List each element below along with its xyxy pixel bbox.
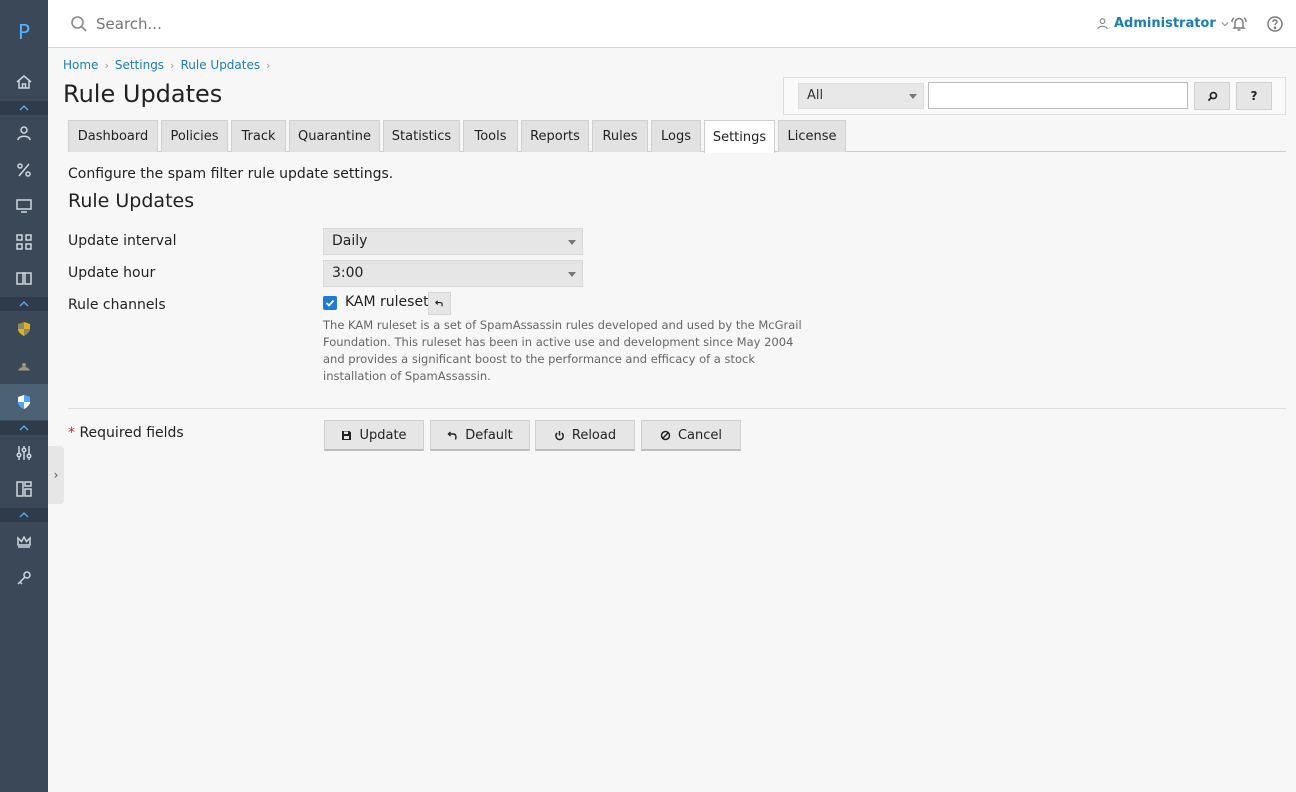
caret-down-icon — [909, 94, 917, 99]
tab-license[interactable]: License — [778, 120, 846, 152]
book-icon[interactable] — [0, 260, 48, 296]
default-button[interactable]: Default — [430, 420, 530, 451]
rule-channels-label: Rule channels — [68, 297, 166, 313]
cancel-button-label: Cancel — [677, 427, 723, 443]
update-interval-value: Daily — [332, 233, 368, 249]
breadcrumb-home[interactable]: Home — [63, 58, 98, 72]
breadcrumb-settings[interactable]: Settings — [115, 58, 164, 72]
caret-down-icon — [568, 272, 576, 277]
user-icon — [1097, 18, 1108, 30]
tab-reports[interactable]: Reports — [521, 120, 589, 152]
search-input[interactable] — [96, 15, 396, 33]
tab-tools[interactable]: Tools — [463, 120, 518, 152]
caret-down-icon — [568, 240, 576, 245]
undo-icon — [447, 431, 457, 440]
shield-badge-icon[interactable] — [0, 311, 48, 347]
search-button[interactable] — [1194, 82, 1230, 110]
tab-settings[interactable]: Settings — [704, 120, 775, 153]
chevron-right-icon: › — [266, 58, 271, 72]
required-star: * — [68, 425, 75, 441]
cancel-icon — [660, 430, 671, 440]
required-fields-note: * Required fields — [68, 425, 184, 441]
update-hour-value: 3:00 — [332, 265, 364, 281]
tab-track[interactable]: Track — [231, 120, 286, 152]
logo[interactable]: P — [0, 16, 48, 48]
reload-button-label: Reload — [571, 427, 617, 443]
tab-bar: Dashboard Policies Track Quarantine Stat… — [68, 120, 1286, 153]
undo-icon — [435, 300, 443, 307]
section-title: Rule Updates — [68, 190, 195, 212]
kam-ruleset-help: The KAM ruleset is a set of SpamAssassin… — [323, 318, 802, 383]
update-button-label: Update — [359, 427, 407, 443]
home-icon[interactable] — [0, 64, 48, 100]
power-icon — [555, 430, 564, 440]
tab-logs[interactable]: Logs — [651, 120, 701, 152]
reload-button[interactable]: Reload — [535, 420, 635, 451]
help-button[interactable]: ? — [1236, 82, 1272, 110]
chevron-right-icon: › — [170, 58, 175, 72]
scope-select[interactable]: All — [798, 83, 924, 109]
chevron-down-icon — [1221, 21, 1229, 26]
breadcrumb-rule-updates[interactable]: Rule Updates — [180, 58, 260, 72]
search-icon — [71, 16, 87, 32]
breadcrumb: Home › Settings › Rule Updates › — [63, 58, 277, 72]
kam-ruleset-checkbox[interactable] — [323, 296, 337, 310]
key-icon[interactable] — [0, 560, 48, 596]
revert-button[interactable] — [428, 292, 451, 315]
update-hour-label: Update hour — [68, 265, 156, 281]
tab-policies[interactable]: Policies — [161, 120, 228, 152]
sliders-icon[interactable] — [0, 435, 48, 471]
kam-ruleset-label[interactable]: KAM ruleset — [345, 294, 429, 310]
tab-dashboard[interactable]: Dashboard — [68, 120, 158, 152]
user-menu[interactable]: Administrator — [1096, 16, 1229, 31]
scope-value: All — [807, 88, 824, 103]
collapse-up-icon[interactable] — [0, 297, 48, 311]
divider — [68, 408, 1286, 409]
help-icon[interactable] — [1266, 15, 1284, 33]
user-icon[interactable] — [0, 115, 48, 151]
tab-rules[interactable]: Rules — [592, 120, 648, 152]
user-name: Administrator — [1114, 16, 1216, 31]
quick-search-input[interactable] — [928, 82, 1188, 109]
quick-search: All ? — [783, 77, 1286, 115]
default-button-label: Default — [465, 427, 513, 443]
sidebar-expand-button[interactable]: › — [48, 446, 64, 504]
collapse-up-icon[interactable] — [0, 101, 48, 115]
shield-icon[interactable] — [0, 384, 48, 420]
page-description: Configure the spam filter rule update se… — [68, 166, 394, 182]
bug-icon[interactable] — [0, 348, 48, 384]
cancel-button[interactable]: Cancel — [641, 420, 741, 451]
collapse-up-icon[interactable] — [0, 508, 48, 522]
save-icon — [342, 430, 352, 440]
search-icon — [1207, 91, 1217, 101]
update-interval-select[interactable]: Daily — [323, 228, 583, 255]
topbar: Administrator — [48, 0, 1296, 48]
required-label: Required fields — [79, 425, 184, 441]
update-button[interactable]: Update — [324, 420, 424, 451]
monitor-icon[interactable] — [0, 188, 48, 224]
bell-icon[interactable] — [1230, 15, 1248, 33]
tab-statistics[interactable]: Statistics — [383, 120, 460, 152]
sidebar: P — [0, 0, 48, 792]
tab-quarantine[interactable]: Quarantine — [289, 120, 380, 152]
crown-icon[interactable] — [0, 524, 48, 560]
chevron-right-icon: › — [104, 58, 109, 72]
collapse-up-icon[interactable] — [0, 421, 48, 435]
check-icon — [325, 299, 335, 307]
update-interval-label: Update interval — [68, 233, 177, 249]
page-title: Rule Updates — [63, 80, 223, 108]
grid-icon[interactable] — [0, 224, 48, 260]
modules-icon[interactable] — [0, 471, 48, 507]
percent-icon[interactable] — [0, 152, 48, 188]
update-hour-select[interactable]: 3:00 — [323, 260, 583, 287]
